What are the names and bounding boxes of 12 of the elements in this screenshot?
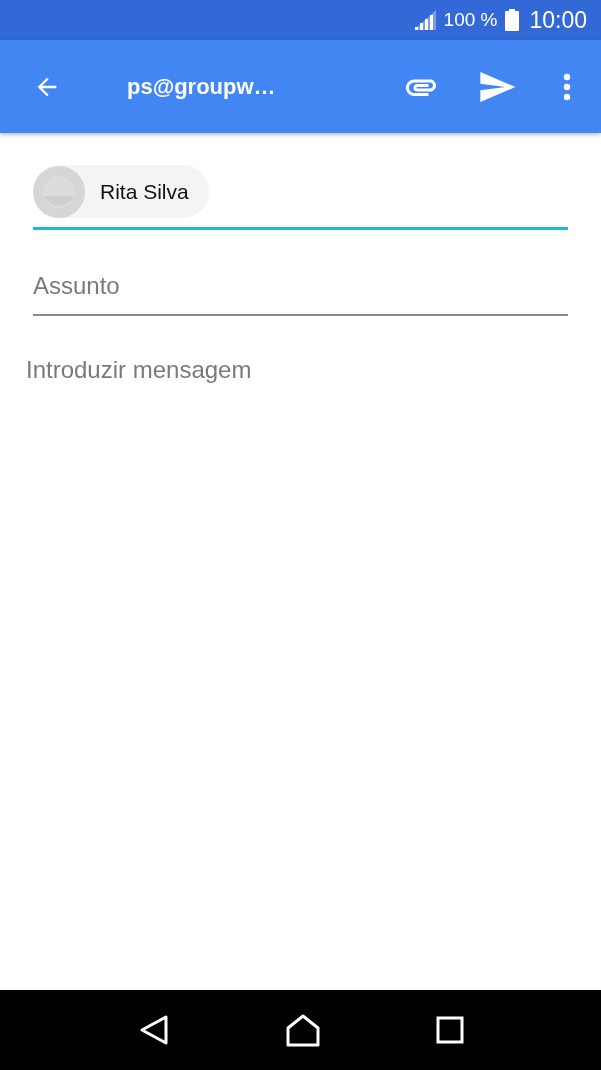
battery-icon	[505, 9, 520, 31]
clock: 10:00	[529, 6, 587, 34]
signal-icon	[413, 10, 436, 30]
subject-field[interactable]: Assunto	[33, 258, 568, 316]
square-icon	[435, 1016, 464, 1044]
recipient-chip[interactable]: Rita Silva	[33, 165, 209, 218]
more-icon	[563, 72, 571, 101]
app-bar-title: ps@groupw…	[127, 73, 276, 100]
recipient-field[interactable]: Rita Silva	[33, 165, 568, 230]
house-icon	[284, 1013, 321, 1047]
avatar-icon	[33, 165, 85, 218]
battery-percent: 100 %	[443, 9, 498, 31]
